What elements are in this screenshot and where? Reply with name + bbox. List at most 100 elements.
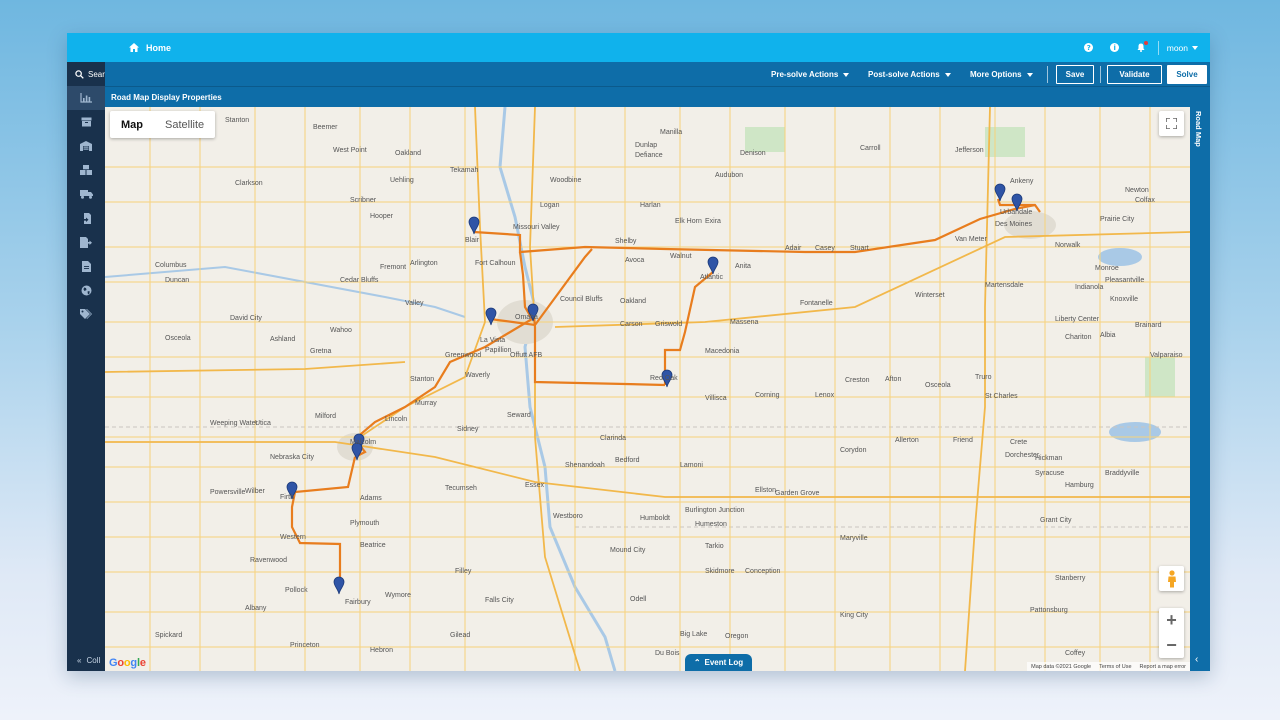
validate-button[interactable]: Validate: [1107, 65, 1162, 84]
action-bar: Pre-solve Actions Post-solve Actions Mor…: [105, 62, 1210, 87]
tags-icon: [80, 309, 92, 319]
place-label: Friend: [953, 437, 973, 444]
home-link[interactable]: Home: [129, 33, 171, 62]
place-label: Oakland: [620, 298, 646, 305]
place-label: Nebraska City: [270, 454, 314, 461]
place-label: Gilead: [450, 632, 470, 639]
truck-icon: [79, 190, 93, 199]
map-marker-5[interactable]: [994, 183, 1006, 202]
place-label: Gretna: [310, 348, 332, 355]
map-marker-10[interactable]: [333, 576, 345, 595]
user-menu[interactable]: moon: [1165, 43, 1198, 53]
street-view-button[interactable]: [1159, 566, 1184, 591]
warehouse-icon: [80, 141, 92, 151]
solve-button[interactable]: Solve: [1167, 65, 1207, 84]
pegman-icon: [1167, 569, 1176, 587]
sidebar-item-facilities[interactable]: [67, 134, 105, 158]
sidebar-item-inbound[interactable]: [67, 206, 105, 230]
double-chevron-left-icon: «: [77, 655, 82, 665]
place-label: Martensdale: [985, 282, 1024, 289]
fullscreen-icon: [1166, 118, 1177, 129]
sidebar-item-transportation[interactable]: [67, 182, 105, 206]
sidebar-collapse-button[interactable]: « Coll: [67, 653, 105, 667]
place-label: Westboro: [553, 513, 583, 520]
place-label: Manilla: [660, 129, 682, 136]
place-label: Braddyville: [1105, 470, 1139, 477]
place-label: Harlan: [640, 202, 661, 209]
place-label: Odell: [630, 596, 647, 603]
divider: [1157, 40, 1159, 55]
place-label: Oakland: [395, 150, 421, 157]
place-label: Hamburg: [1065, 482, 1094, 489]
sidebar-item-inventory[interactable]: [67, 158, 105, 182]
place-label: Hebron: [370, 647, 393, 654]
chevron-down-icon: [944, 72, 951, 77]
place-label: St Charles: [985, 393, 1018, 400]
event-log-button[interactable]: ⌃ Event Log: [685, 654, 752, 671]
sidebar-item-outbound[interactable]: [67, 230, 105, 254]
place-label: Pattonsburg: [1030, 607, 1068, 614]
map-place-labels: Stanton Beemer West Point Oakland Tekamah Man…: [155, 117, 1183, 657]
sidebar-item-products[interactable]: [67, 110, 105, 134]
place-label: Stanton: [410, 376, 434, 383]
place-label: Big Lake: [680, 631, 707, 638]
place-label: Omaha: [515, 314, 538, 321]
map-canvas[interactable]: Stanton Beemer West Point Oakland Tekamah Man…: [105, 107, 1190, 671]
place-label: Avoca: [625, 257, 644, 264]
place-label: Pollock: [285, 587, 308, 594]
place-label: Wilber: [245, 488, 266, 495]
place-label: Grant City: [1040, 517, 1072, 524]
place-label: Spickard: [155, 632, 182, 639]
place-label: Princeton: [290, 642, 320, 649]
sidebar-search[interactable]: Sear: [67, 62, 105, 86]
place-label: Skidmore: [705, 568, 735, 575]
info-button[interactable]: i: [1102, 33, 1128, 62]
home-icon: [129, 43, 139, 52]
place-label: Missouri Valley: [513, 224, 560, 231]
fullscreen-button[interactable]: [1159, 111, 1184, 136]
satellite-tab[interactable]: Satellite: [154, 111, 215, 138]
globe-icon: [81, 285, 91, 295]
place-label: King City: [840, 612, 869, 619]
place-label: La Vista: [480, 337, 505, 344]
sidebar-item-pricing[interactable]: [67, 302, 105, 326]
sidebar-item-reports[interactable]: [67, 254, 105, 278]
map-tab[interactable]: Map: [110, 111, 154, 138]
place-label: Uehling: [390, 177, 414, 184]
place-label: Waverly: [465, 372, 491, 379]
notifications-button[interactable]: [1128, 33, 1154, 62]
place-label: Stanton: [225, 117, 249, 124]
report-error-link[interactable]: Report a map error: [1140, 664, 1186, 670]
place-label: Milford: [315, 413, 336, 420]
road-map-panel-tab[interactable]: Road Map: [1194, 111, 1203, 147]
road-map[interactable]: Stanton Beemer West Point Oakland Tekamah Man…: [105, 107, 1190, 671]
save-button[interactable]: Save: [1056, 65, 1094, 84]
place-label: Arlington: [410, 260, 438, 267]
help-button[interactable]: ?: [1076, 33, 1102, 62]
sidebar-item-analytics[interactable]: [67, 86, 105, 110]
presolve-actions-menu[interactable]: Pre-solve Actions: [771, 62, 850, 87]
event-log-label: Event Log: [704, 658, 744, 667]
place-label: Pleasantville: [1105, 277, 1144, 284]
zoom-in-button[interactable]: +: [1159, 608, 1184, 633]
place-label: Lamoni: [680, 462, 703, 469]
terms-link[interactable]: Terms of Use: [1099, 664, 1131, 670]
place-label: Newton: [1125, 187, 1149, 194]
postsolve-actions-menu[interactable]: Post-solve Actions: [868, 62, 951, 87]
place-label: Valparaiso: [1150, 352, 1183, 359]
place-label: Ellston: [755, 487, 776, 494]
more-options-label: More Options: [970, 70, 1022, 79]
more-options-menu[interactable]: More Options: [970, 62, 1033, 87]
place-label: Conception: [745, 568, 781, 575]
top-icons: ? i moon: [1076, 33, 1198, 62]
place-label: Mound City: [610, 547, 646, 554]
sidebar-item-network[interactable]: [67, 278, 105, 302]
zoom-out-button[interactable]: −: [1159, 633, 1184, 658]
chevron-left-icon[interactable]: ‹: [1195, 654, 1198, 665]
place-label: Des Moines: [995, 221, 1032, 228]
place-label: Tarkio: [705, 543, 724, 550]
place-label: Ravenwood: [250, 557, 287, 564]
place-label: Winterset: [915, 292, 945, 299]
place-label: Garden Grove: [775, 490, 819, 497]
map-marker-3[interactable]: [707, 256, 719, 275]
